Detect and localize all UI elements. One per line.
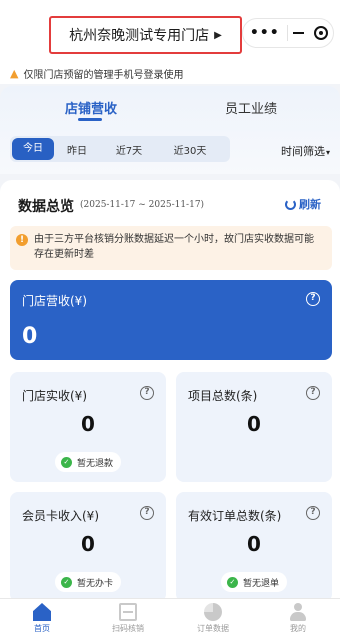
nav-home[interactable]: 首页 <box>12 603 72 634</box>
store-revenue-value: 0 <box>22 324 38 349</box>
nav-mine[interactable]: 我的 <box>268 603 328 634</box>
close-button[interactable] <box>309 26 333 40</box>
valid-orders-value: 0 <box>247 532 261 556</box>
nav-label: 订单数据 <box>197 624 229 633</box>
target-icon <box>314 26 329 40</box>
item-count-value: 0 <box>247 412 261 436</box>
store-revenue-label: 门店营收(¥) <box>22 294 87 308</box>
badge-text: 暂无退单 <box>242 578 280 589</box>
nav-order-data[interactable]: 订单数据 <box>183 603 243 634</box>
item-count-card: 项目总数(条) ? 0 <box>176 372 332 482</box>
active-tab-indicator <box>78 118 102 121</box>
filter-last-7-days[interactable]: 近7天 <box>100 142 158 157</box>
check-icon: ✓ <box>60 456 72 468</box>
notice-bar: ▲ 仅限门店预留的管理手机号登录使用 <box>0 62 340 84</box>
minus-icon <box>292 32 304 34</box>
actual-income-label: 门店实收(¥) <box>22 389 87 403</box>
data-overview-card: 数据总览 (2025-11-17 ~ 2025-11-17) 刷新 ! 由于三方… <box>0 180 340 600</box>
actual-income-card: 门店实收(¥) ? 0 ✓ 暂无退款 <box>10 372 166 482</box>
home-icon <box>33 603 51 621</box>
valid-orders-label: 有效订单总数(条) <box>188 509 282 523</box>
more-menu-button[interactable]: ••• <box>243 25 287 41</box>
notice-text: 仅限门店预留的管理手机号登录使用 <box>23 69 184 81</box>
tab-store-revenue[interactable]: 店铺营收 <box>65 98 117 117</box>
nav-scan-verify[interactable]: 扫码核销 <box>98 603 158 634</box>
warning-icon: ! <box>16 234 28 246</box>
top-bar: 杭州奈晚测试专用门店 ▶ ••• <box>0 0 340 62</box>
overview-date-range: (2025-11-17 ~ 2025-11-17) <box>80 200 205 210</box>
no-refund-badge: ✓ 暂无退款 <box>54 452 122 472</box>
speaker-icon: ▲ <box>10 66 19 80</box>
miniprogram-capsule: ••• <box>242 18 334 48</box>
badge-text: 暂无办卡 <box>76 578 114 589</box>
filter-last-30-days[interactable]: 近30天 <box>158 142 222 157</box>
time-filter-label: 时间筛选 <box>281 145 325 158</box>
nav-label: 首页 <box>34 624 50 633</box>
scan-icon <box>119 603 137 621</box>
help-icon[interactable]: ? <box>140 386 154 400</box>
minimize-button[interactable] <box>288 32 310 34</box>
caret-down-icon: ▾ <box>326 148 331 157</box>
store-revenue-card: 门店营收(¥) ? 0 <box>10 280 332 360</box>
overview-title: 数据总览 <box>18 199 74 215</box>
pie-chart-icon <box>204 603 222 621</box>
membership-income-card: 会员卡收入(¥) ? 0 ✓ 暂无办卡 <box>10 492 166 600</box>
check-icon: ✓ <box>226 576 238 588</box>
delay-warning: ! 由于三方平台核销分账数据延迟一个小时，故门店实收数据可能存在更新时差 <box>10 226 332 270</box>
membership-income-value: 0 <box>81 532 95 556</box>
help-icon[interactable]: ? <box>140 506 154 520</box>
no-card-badge: ✓ 暂无办卡 <box>54 572 122 592</box>
arrow-right-icon: ▶ <box>214 29 222 41</box>
tab-staff-performance[interactable]: 员工业绩 <box>225 98 277 117</box>
refresh-label: 刷新 <box>299 198 321 211</box>
nav-label: 扫码核销 <box>112 624 144 633</box>
warning-text: 由于三方平台核销分账数据延迟一个小时，故门店实收数据可能存在更新时差 <box>34 234 314 260</box>
refresh-button[interactable]: 刷新 <box>285 196 321 212</box>
refresh-icon <box>285 198 296 210</box>
filter-today[interactable]: 今日 <box>12 138 54 160</box>
help-icon[interactable]: ? <box>306 386 320 400</box>
main-tabs: 店铺营收 员工业绩 <box>0 86 340 126</box>
bottom-navigation: 首页 扫码核销 订单数据 我的 <box>0 598 340 640</box>
time-filter-dropdown[interactable]: 时间筛选▾ <box>281 143 330 159</box>
store-selector[interactable]: 杭州奈晚测试专用门店 ▶ <box>49 16 242 54</box>
help-icon[interactable]: ? <box>306 506 320 520</box>
help-icon[interactable]: ? <box>306 292 320 306</box>
date-filter-group: 今日 昨日 近7天 近30天 <box>10 136 230 162</box>
tabs-section: 店铺营收 员工业绩 今日 昨日 近7天 近30天 时间筛选▾ <box>0 86 340 174</box>
user-icon <box>289 603 307 621</box>
store-name: 杭州奈晚测试专用门店 <box>69 28 210 44</box>
badge-text: 暂无退款 <box>76 458 114 469</box>
no-cancel-badge: ✓ 暂无退单 <box>220 572 288 592</box>
valid-orders-card: 有效订单总数(条) ? 0 ✓ 暂无退单 <box>176 492 332 600</box>
actual-income-value: 0 <box>81 412 95 436</box>
nav-label: 我的 <box>290 624 306 633</box>
membership-income-label: 会员卡收入(¥) <box>22 509 99 523</box>
filter-yesterday[interactable]: 昨日 <box>54 142 100 157</box>
check-icon: ✓ <box>60 576 72 588</box>
item-count-label: 项目总数(条) <box>188 389 258 403</box>
